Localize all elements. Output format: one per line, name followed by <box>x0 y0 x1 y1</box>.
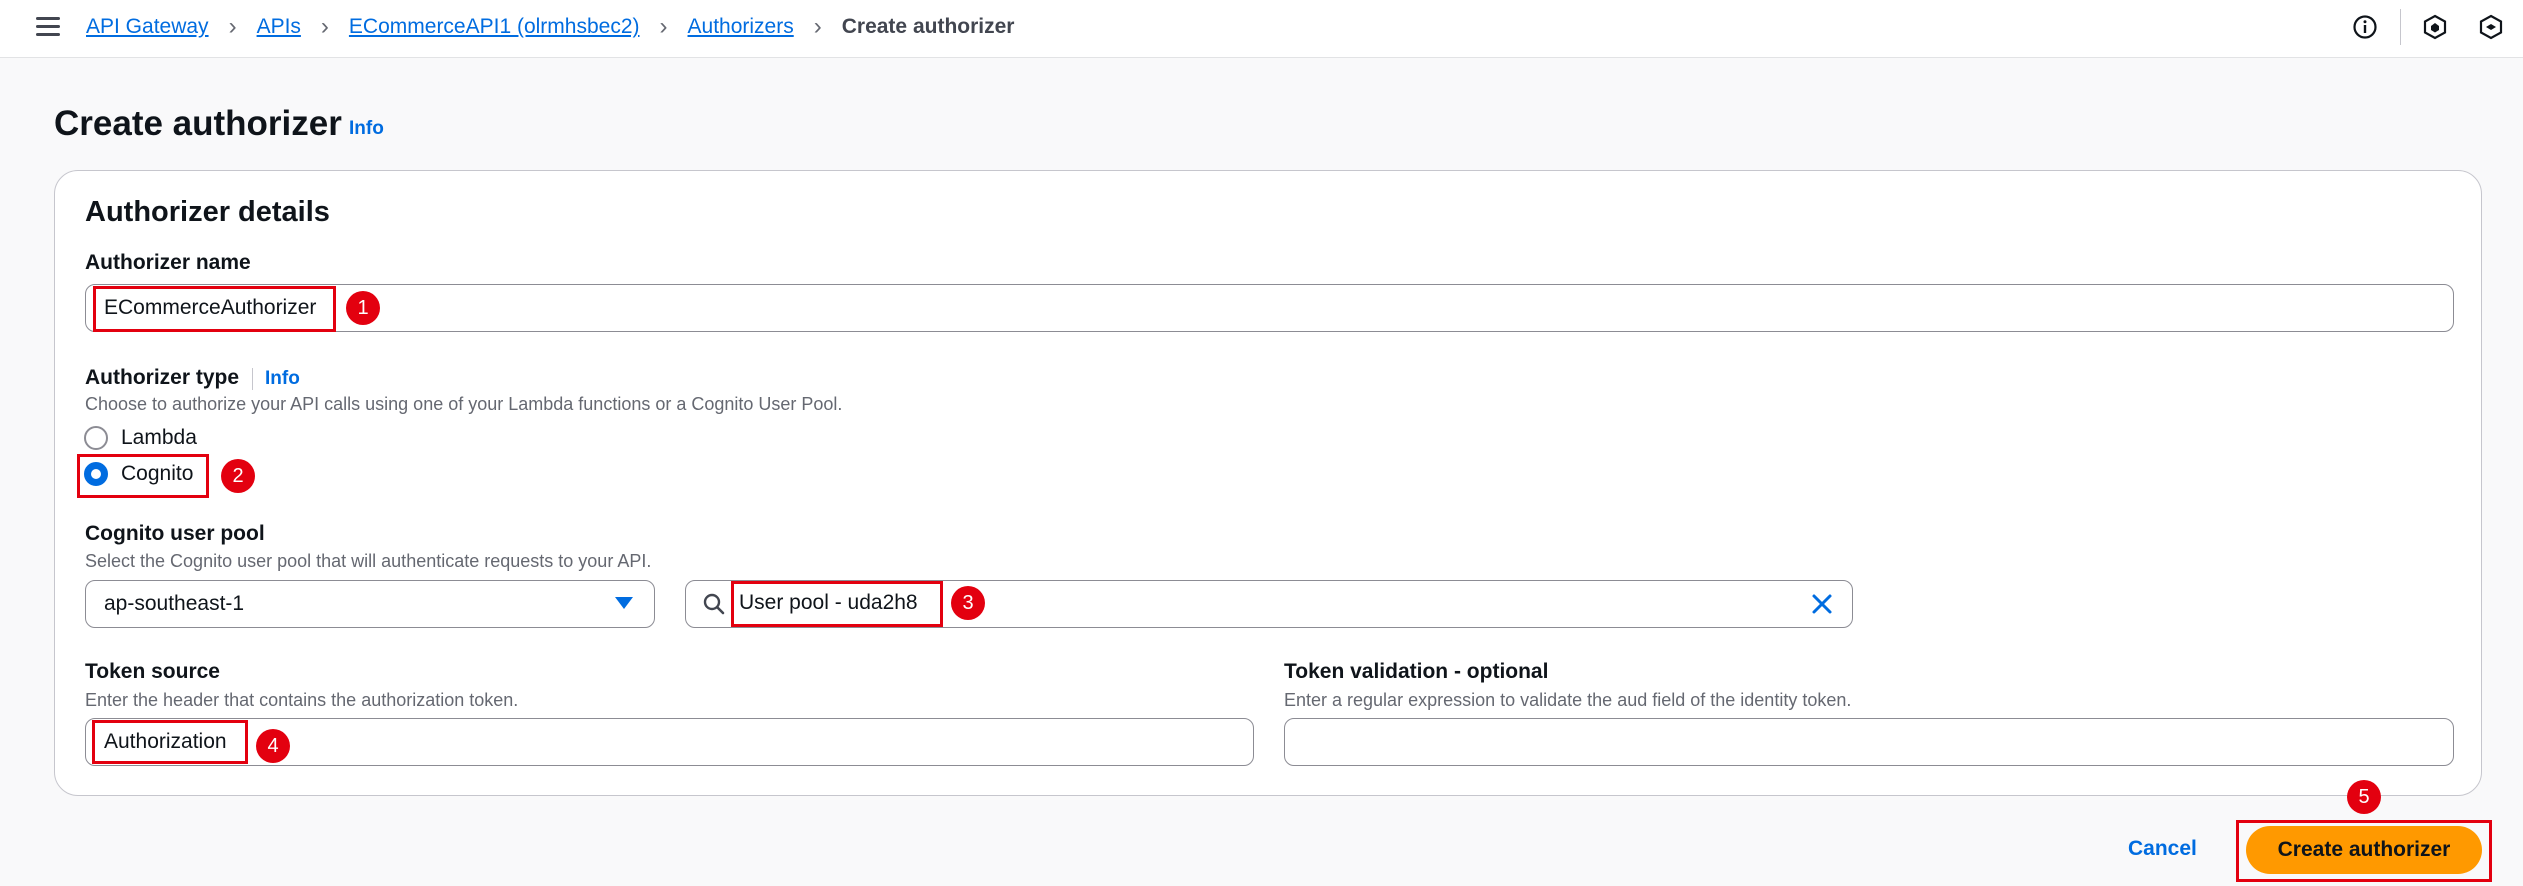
page-info-link[interactable]: Info <box>349 118 384 140</box>
token-source-value: Authorization <box>104 730 227 753</box>
cognito-user-pool-label: Cognito user pool <box>85 522 265 545</box>
region-select-value: ap-southeast-1 <box>104 592 245 615</box>
chevron-right-icon: › <box>320 13 329 40</box>
annotation-badge-5: 5 <box>2347 780 2381 814</box>
token-validation-description: Enter a regular expression to validate t… <box>1284 690 1852 710</box>
notifications-hex-icon[interactable] <box>2420 12 2450 42</box>
breadcrumb-authorizers[interactable]: Authorizers <box>688 15 794 39</box>
radio-cognito[interactable] <box>84 462 108 486</box>
header-divider <box>2400 9 2401 45</box>
breadcrumb: API Gateway › APIs › ECommerceAPI1 (olrm… <box>86 12 1014 42</box>
clear-x-icon[interactable] <box>1809 591 1835 617</box>
chevron-right-icon: › <box>228 13 237 40</box>
breadcrumb-current: Create authorizer <box>841 15 1015 38</box>
breadcrumb-api-gateway[interactable]: API Gateway <box>86 15 209 39</box>
cancel-button[interactable]: Cancel <box>2128 837 2197 861</box>
create-authorizer-button[interactable]: Create authorizer <box>2246 826 2482 874</box>
label-divider <box>252 368 253 390</box>
chevron-right-icon: › <box>659 13 668 40</box>
menu-hamburger-icon[interactable] <box>36 17 60 37</box>
authorizer-name-label: Authorizer name <box>85 251 251 274</box>
section-title: Authorizer details <box>85 196 330 228</box>
token-source-description: Enter the header that contains the autho… <box>85 690 519 710</box>
search-icon <box>701 591 727 617</box>
settings-hex-icon[interactable] <box>2476 12 2506 42</box>
radio-lambda-label[interactable]: Lambda <box>121 426 197 450</box>
user-pool-search-value: User pool - uda2h8 <box>739 591 918 614</box>
cognito-user-pool-description: Select the Cognito user pool that will a… <box>85 551 652 571</box>
authorizer-type-label: Authorizer type <box>85 366 240 389</box>
chevron-right-icon: › <box>813 13 822 40</box>
authorizer-name-input[interactable]: ECommerceAuthorizer <box>85 284 2454 332</box>
region-select[interactable]: ap-southeast-1 <box>85 580 655 628</box>
token-source-label: Token source <box>85 660 220 683</box>
authorizer-name-value: ECommerceAuthorizer <box>104 296 317 319</box>
authorizer-type-description: Choose to authorize your API calls using… <box>85 394 843 414</box>
breadcrumb-api-ecommerce[interactable]: ECommerceAPI1 (olrmhsbec2) <box>349 15 640 39</box>
annotation-badge-2: 2 <box>221 459 255 493</box>
annotation-badge-1: 1 <box>346 291 380 325</box>
token-validation-label: Token validation - optional <box>1284 660 1549 683</box>
token-validation-input[interactable] <box>1284 718 2454 766</box>
annotation-badge-3: 3 <box>951 586 985 620</box>
radio-lambda[interactable] <box>84 426 108 450</box>
radio-cognito-label[interactable]: Cognito <box>121 462 193 486</box>
caret-down-icon[interactable] <box>615 597 633 609</box>
info-circle-icon[interactable] <box>2350 12 2380 42</box>
breadcrumb-apis[interactable]: APIs <box>257 15 301 39</box>
page-title: Create authorizer <box>54 104 342 143</box>
annotation-badge-4: 4 <box>256 729 290 763</box>
authorizer-type-info-link[interactable]: Info <box>265 368 300 390</box>
top-navigation-bar: API Gateway › APIs › ECommerceAPI1 (olrm… <box>0 0 2523 58</box>
